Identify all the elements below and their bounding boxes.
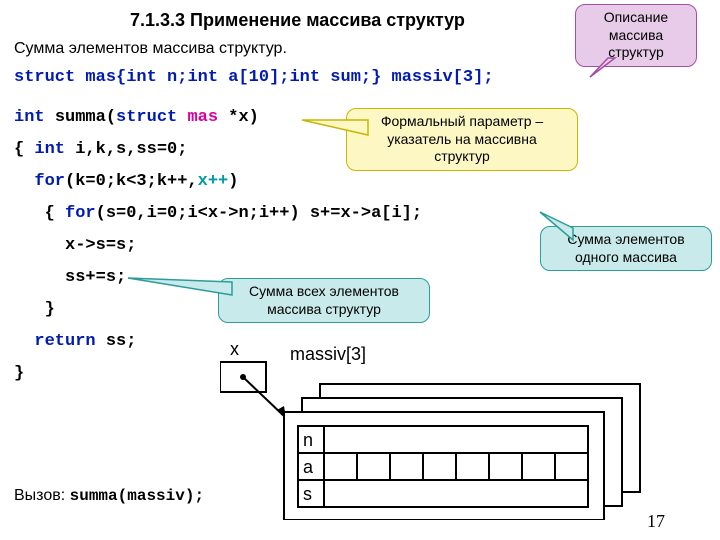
section-title: 7.1.3.3 Применение массива структур — [130, 10, 465, 31]
code-line-7: return ss; — [14, 332, 136, 351]
code-line-5: ss+=s; — [14, 268, 126, 287]
call-prefix: Вызов: — [14, 487, 70, 504]
call-code: summa(massiv); — [70, 487, 204, 505]
diag-array-label: massiv[3] — [290, 344, 366, 364]
call-line: Вызов: summa(massiv); — [14, 487, 204, 505]
callout-all-sum: Сумма всех элементовмассива структур — [218, 278, 430, 323]
diag-s: s — [303, 484, 312, 504]
callout-one-sum: Сумма элементоводного массива — [540, 226, 712, 271]
subtitle: Сумма элементов массива структур. — [14, 40, 287, 58]
code-line-1: { int i,k,s,ss=0; — [14, 140, 187, 159]
code-fn-sig: int summa(struct mas *x) — [14, 108, 259, 127]
code-line-2: for(k=0;k<3;k++,x++) — [14, 172, 238, 191]
code-struct-decl: struct mas{int n;int a[10];int sum;} mas… — [14, 68, 494, 87]
page-number: 17 — [647, 511, 665, 532]
diag-a: a — [303, 457, 314, 477]
diag-x-label: x — [230, 340, 239, 359]
pointer-diagram: x massiv[3] n a s — [220, 340, 660, 520]
code-line-8: } — [14, 364, 24, 383]
callout-param: Формальный параметр –указатель на массив… — [346, 108, 578, 171]
code-line-6: } — [14, 300, 55, 319]
callout-desc: Описаниемассиваструктур — [575, 4, 697, 67]
diag-n: n — [303, 430, 313, 450]
code-line-3: { for(s=0,i=0;i<x->n;i++) s+=x->a[i]; — [14, 204, 422, 223]
code-line-4: x->s=s; — [14, 236, 136, 255]
